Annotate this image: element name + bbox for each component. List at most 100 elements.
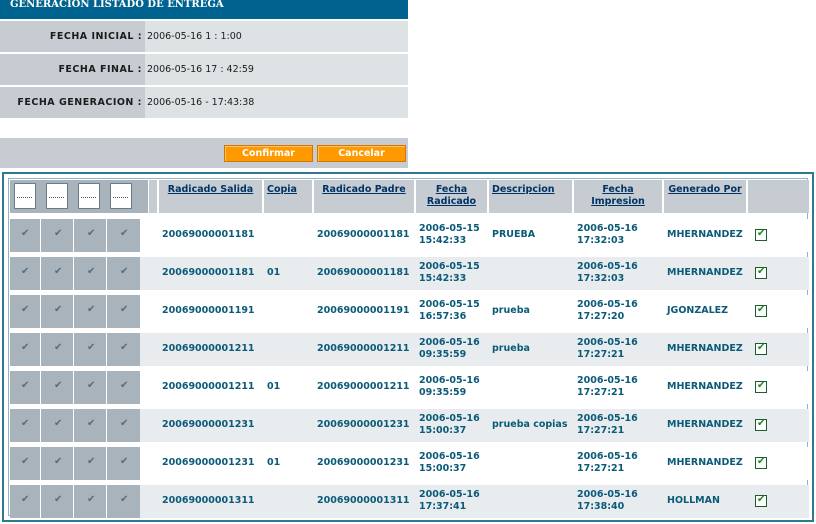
check-icon[interactable] [76,447,107,480]
radicado-padre-link[interactable]: 20069000001211 [314,371,414,404]
column-header-fecha-radicado[interactable]: Fecha Radicado [416,180,487,213]
fecha-impresion-value: 2006-05-16 17:32:03 [574,219,662,252]
column-header-fecha-impresion[interactable]: Fecha Impresion [574,180,662,213]
fecha-impresion-value: 2006-05-16 17:27:20 [574,295,662,328]
radicado-padre-link[interactable]: 20069000001231 [314,447,414,480]
select-checkbox[interactable] [755,380,767,393]
check-icon[interactable] [43,409,74,442]
select-checkbox[interactable] [755,456,767,469]
descripcion-value: prueba copias [489,409,572,442]
check-icon[interactable] [10,333,41,366]
radicado-salida-link[interactable]: 20069000001181 [159,219,262,252]
radicado-salida-link[interactable]: 20069000001231 [159,409,262,442]
check-icon[interactable] [43,447,74,480]
blank-action-cell [109,295,140,328]
column-header-copia[interactable]: Copia [264,180,312,213]
check-icon[interactable] [10,485,41,518]
check-icon[interactable] [10,371,41,404]
check-icon[interactable] [43,295,74,328]
generado-por-value: MHERNANDEZ [664,257,746,290]
copia-value [264,409,312,442]
check-icon[interactable] [10,219,41,252]
confirm-button[interactable]: Confirmar [224,145,313,162]
cancel-button[interactable]: Cancelar [317,145,406,162]
fecha-radicado-value: 2006-05-16 09:35:59 [416,371,487,404]
column-header-label[interactable]: Radicado Salida [168,184,253,195]
blank-header-cell [149,180,157,213]
descripcion-value: prueba [489,295,572,328]
column-header-descripcion[interactable]: Descripcion [489,180,572,213]
send-document-icon[interactable] [14,183,36,209]
check-icon[interactable] [76,409,107,442]
radicado-salida-link[interactable]: 20069000001211 [159,333,262,366]
radicado-salida-link[interactable]: 20069000001231 [159,447,262,480]
column-header-generado-por[interactable]: Generado Por [664,180,746,213]
print-icon[interactable] [78,183,100,209]
column-header-radicado-salida[interactable]: Radicado Salida [159,180,262,213]
copia-value: 01 [264,447,312,480]
fecha-generacion-value: 2006-05-16 - 17:43:38 [147,97,255,108]
check-icon[interactable] [43,257,74,290]
select-checkbox[interactable] [755,494,767,507]
radicado-salida-link[interactable]: 20069000001181 [159,257,262,290]
select-checkbox[interactable] [755,228,767,241]
check-icon[interactable] [76,485,107,518]
check-icon[interactable] [76,257,107,290]
check-icon[interactable] [10,295,41,328]
column-header-label[interactable]: Radicado Padre [322,184,406,195]
sign-document-icon[interactable] [46,183,68,209]
radicado-padre-link[interactable]: 20069000001311 [314,485,414,518]
select-checkbox[interactable] [755,266,767,279]
fecha-inicial-label: FECHA INICIAL : [0,21,145,52]
radicado-salida-link[interactable]: 20069000001211 [159,371,262,404]
envelope-icon[interactable] [110,183,132,209]
check-icon[interactable] [43,371,74,404]
check-icon[interactable] [10,447,41,480]
select-checkbox[interactable] [755,304,767,317]
fecha-impresion-value: 2006-05-16 17:27:21 [574,409,662,442]
check-icon[interactable] [43,485,74,518]
blank-action-cell [109,447,140,480]
select-header-cell [748,180,809,213]
radicado-padre-link[interactable]: 20069000001231 [314,409,414,442]
check-icon[interactable] [10,409,41,442]
fecha-radicado-value: 2006-05-16 17:37:41 [416,485,487,518]
copia-value: 01 [264,371,312,404]
fecha-final-label: FECHA FINAL : [0,54,145,85]
column-header-label[interactable]: Fecha Radicado [427,184,476,207]
blank-action-cell [109,485,140,518]
blank-action-cell [109,333,140,366]
generado-por-value: HOLLMAN [664,485,746,518]
select-checkbox[interactable] [755,342,767,355]
column-header-label[interactable]: Generado Por [668,184,741,195]
check-icon[interactable] [76,333,107,366]
radicado-salida-link[interactable]: 20069000001311 [159,485,262,518]
check-icon[interactable] [43,333,74,366]
check-icon[interactable] [10,257,41,290]
copia-value [264,485,312,518]
check-icon[interactable] [76,295,107,328]
check-icon[interactable] [43,219,74,252]
radicado-salida-link[interactable]: 20069000001191 [159,295,262,328]
column-header-radicado-padre[interactable]: Radicado Padre [314,180,414,213]
radicado-padre-link[interactable]: 20069000001181 [314,257,414,290]
descripcion-value [489,257,572,290]
check-icon[interactable] [76,219,107,252]
radicado-padre-link[interactable]: 20069000001181 [314,219,414,252]
column-header-label[interactable]: Fecha Impresion [591,184,645,207]
radicado-padre-link[interactable]: 20069000001211 [314,333,414,366]
column-header-label[interactable]: Descripcion [492,184,555,195]
radicado-padre-link[interactable]: 20069000001191 [314,295,414,328]
copia-value [264,219,312,252]
fecha-radicado-value: 2006-05-16 09:35:59 [416,333,487,366]
fecha-impresion-value: 2006-05-16 17:32:03 [574,257,662,290]
fecha-inicial-value: 2006-05-16 1 : 1:00 [147,31,242,42]
descripcion-value [489,447,572,480]
fecha-impresion-value: 2006-05-16 17:27:21 [574,447,662,480]
copia-value [264,295,312,328]
select-checkbox[interactable] [755,418,767,431]
generado-por-value: MHERNANDEZ [664,219,746,252]
check-icon[interactable] [76,371,107,404]
column-header-label[interactable]: Copia [267,184,297,195]
copia-value [264,333,312,366]
